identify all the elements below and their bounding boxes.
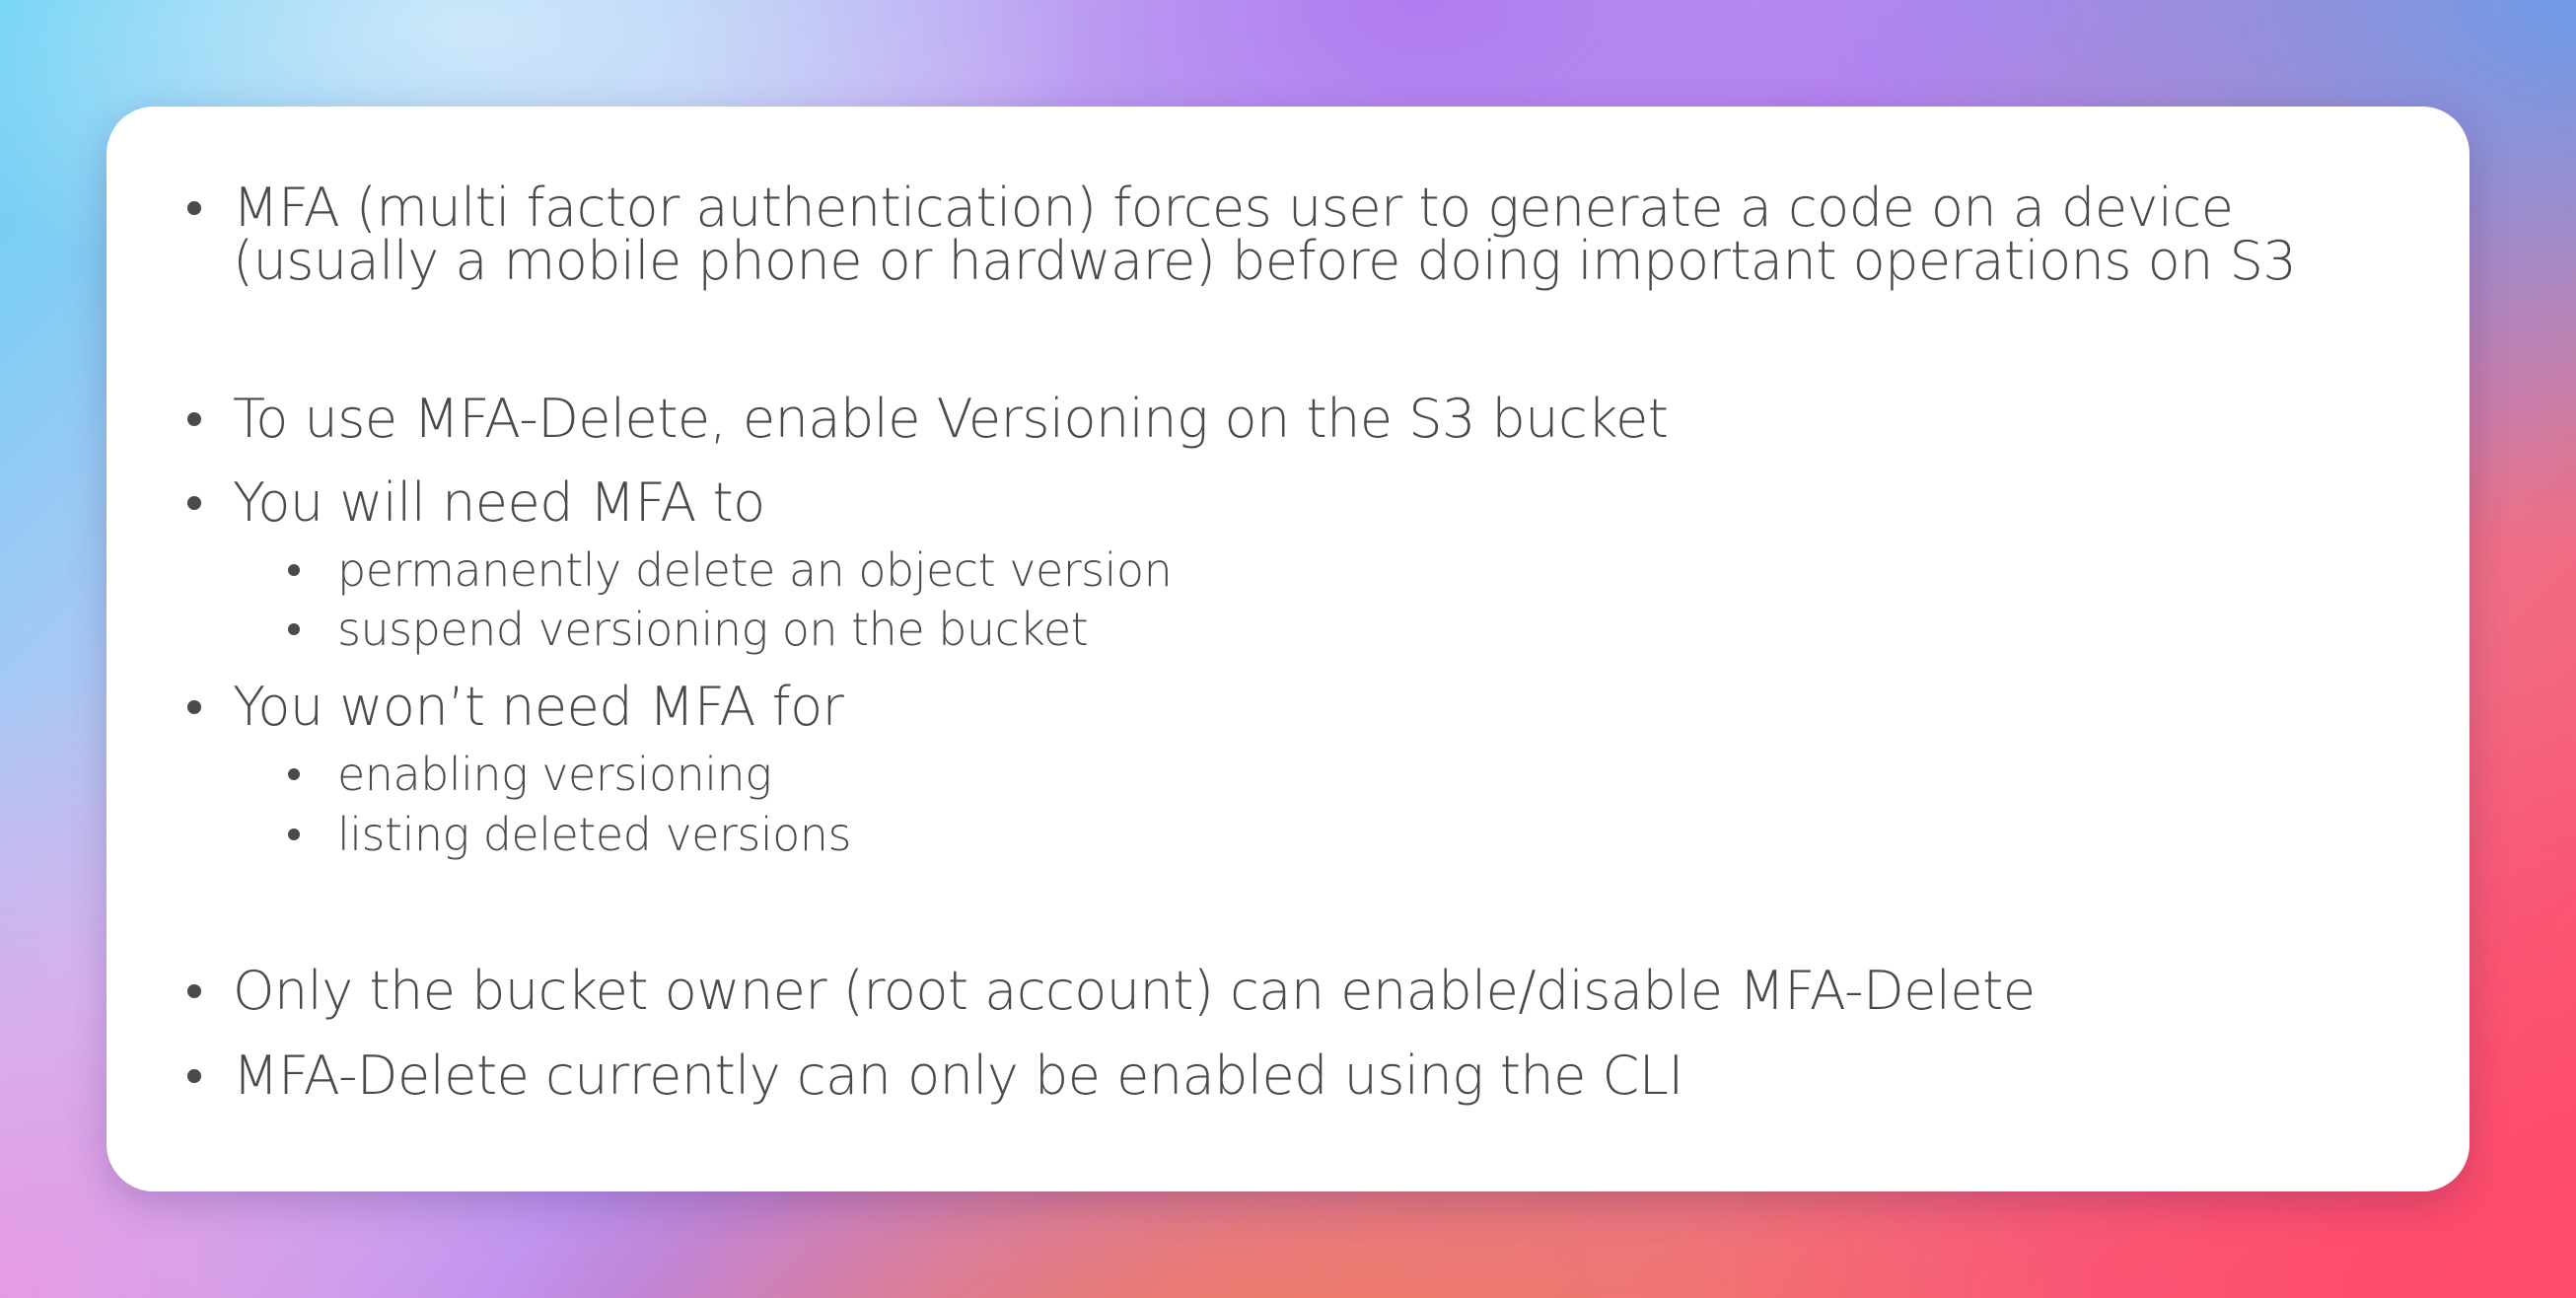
bullet-text: permanently delete an object version bbox=[337, 543, 1173, 597]
bullet-dot bbox=[288, 623, 300, 635]
bullet-dot bbox=[187, 496, 201, 510]
bullet-text: enabling versioning bbox=[337, 748, 772, 801]
slide-card: MFA (multi factor authentication) forces… bbox=[107, 107, 2469, 1191]
bullet-dot bbox=[187, 984, 201, 998]
bullet-dot bbox=[187, 412, 201, 426]
bullet-text: suspend versioning on the bucket bbox=[337, 603, 1089, 656]
bullet-text: You will need MFA to bbox=[233, 471, 765, 534]
bullet-text: You won’t need MFA for bbox=[233, 676, 844, 738]
bullet-dot bbox=[288, 829, 300, 840]
bullet-text: MFA-Delete currently can only be enabled… bbox=[233, 1045, 1683, 1107]
bullet-dot bbox=[187, 1069, 201, 1083]
bullet-text: To use MFA-Delete, enable Versioning on … bbox=[233, 388, 1669, 450]
bullet-text: Only the bucket owner (root account) can… bbox=[233, 960, 2036, 1022]
bullet-dot bbox=[288, 564, 300, 576]
bullet-dot bbox=[288, 768, 300, 780]
bullet-text: MFA (multi factor authentication) forces… bbox=[233, 177, 2297, 292]
bullet-text: listing deleted versions bbox=[337, 808, 851, 861]
bullet-dot bbox=[187, 201, 201, 215]
bullet-dot bbox=[187, 700, 201, 714]
